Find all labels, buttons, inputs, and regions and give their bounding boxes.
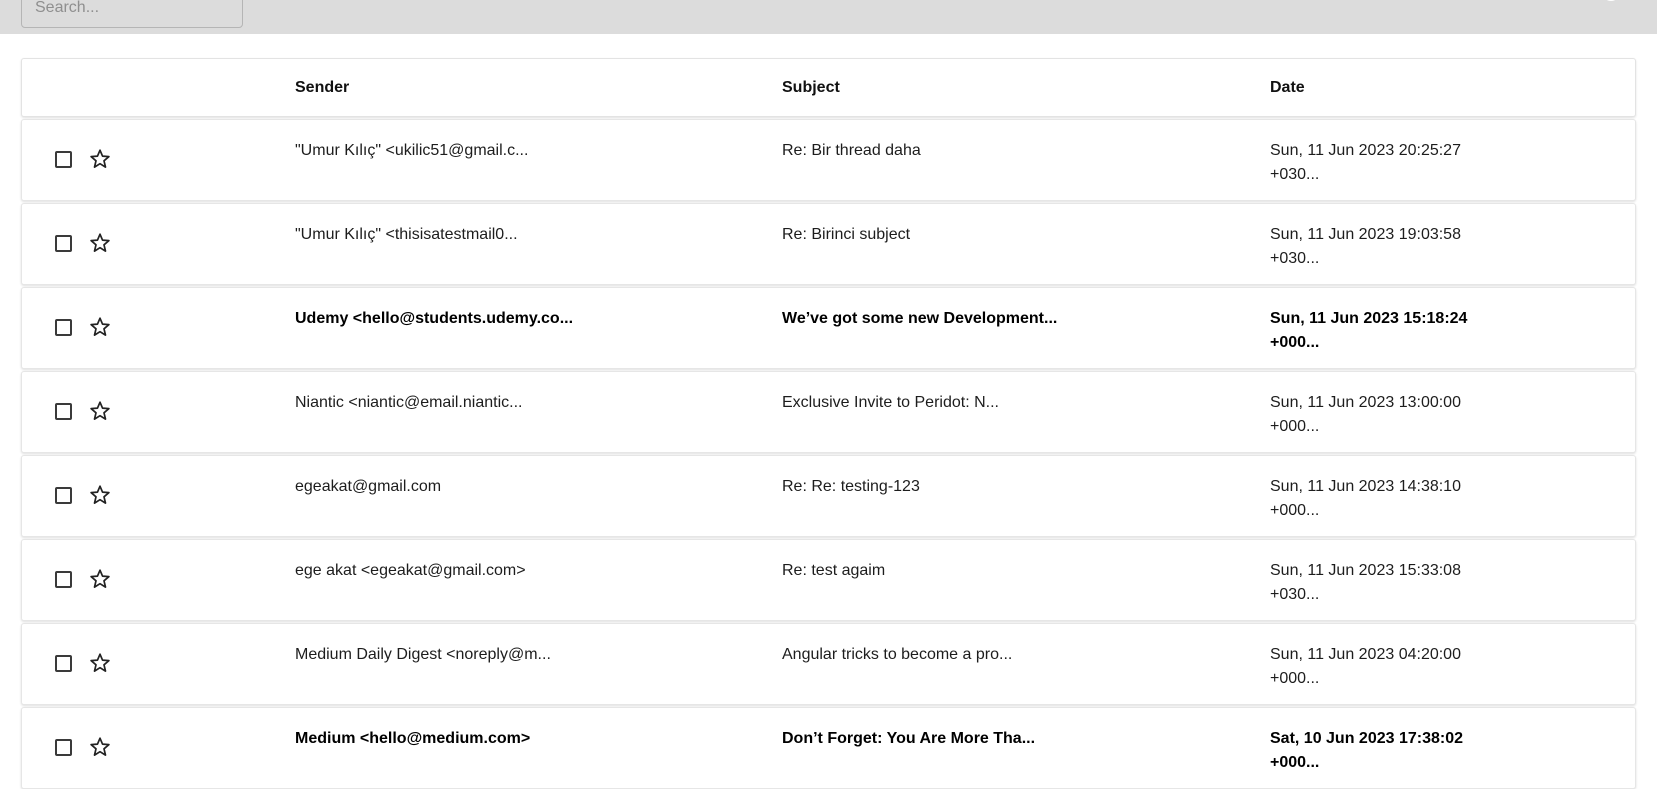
select-checkbox[interactable] — [55, 655, 72, 672]
email-row[interactable]: Udemy <hello@students.udemy.co... We’ve g… — [21, 287, 1636, 369]
select-checkbox[interactable] — [55, 235, 72, 252]
email-row[interactable]: Medium <hello@medium.com> Don’t Forget: Y… — [21, 707, 1636, 789]
star-outline-icon[interactable] — [89, 232, 111, 254]
email-date-line2: +030... — [1270, 166, 1320, 183]
email-date: Sat, 10 Jun 2023 17:38:02 +000... — [1270, 727, 1500, 775]
email-sender: ege akat <egeakat@gmail.com> — [295, 562, 526, 579]
email-date-line2: +000... — [1270, 334, 1320, 351]
email-date-line1: Sun, 11 Jun 2023 14:38:10 — [1270, 478, 1461, 495]
select-checkbox[interactable] — [55, 319, 72, 336]
email-sender: Udemy <hello@students.udemy.co... — [295, 310, 574, 327]
email-list-header: Sender Subject Date — [21, 58, 1636, 117]
email-date-line1: Sun, 11 Jun 2023 04:20:00 — [1270, 646, 1461, 663]
email-date-line2: +000... — [1270, 418, 1320, 435]
email-date-line1: Sat, 10 Jun 2023 17:38:02 — [1270, 730, 1464, 747]
email-subject: Angular tricks to become a pro... — [782, 646, 1013, 663]
email-date-line1: Sun, 11 Jun 2023 19:03:58 — [1270, 226, 1461, 243]
email-date-line2: +000... — [1270, 670, 1320, 687]
email-date-line1: Sun, 11 Jun 2023 15:33:08 — [1270, 562, 1461, 579]
select-checkbox[interactable] — [55, 403, 72, 420]
email-subject: Exclusive Invite to Peridot: N... — [782, 394, 999, 411]
email-subject: Re: Bir thread daha — [782, 142, 921, 159]
email-row[interactable]: "Umur Kılıç" <thisisatestmail0... Re: Bir… — [21, 203, 1636, 285]
select-checkbox[interactable] — [55, 739, 72, 756]
star-outline-icon[interactable] — [89, 652, 111, 674]
email-subject: We’ve got some new Development... — [782, 310, 1058, 327]
email-sender: egeakat@gmail.com — [295, 478, 442, 495]
email-date: Sun, 11 Jun 2023 04:20:00 +000... — [1270, 643, 1500, 691]
email-date-line2: +000... — [1270, 754, 1320, 771]
search-input[interactable] — [21, 0, 243, 28]
email-date-line1: Sun, 11 Jun 2023 15:18:24 — [1270, 310, 1468, 327]
email-sender: Medium <hello@medium.com> — [295, 730, 531, 747]
star-outline-icon[interactable] — [89, 148, 111, 170]
star-outline-icon[interactable] — [89, 400, 111, 422]
email-date-line2: +030... — [1270, 250, 1320, 267]
subject-column-header: Subject — [782, 79, 840, 96]
select-checkbox[interactable] — [55, 487, 72, 504]
email-date: Sun, 11 Jun 2023 15:18:24 +000... — [1270, 307, 1500, 355]
email-sender: Niantic <niantic@email.niantic... — [295, 394, 523, 411]
email-date: Sun, 11 Jun 2023 15:33:08 +030... — [1270, 559, 1500, 607]
email-date-line1: Sun, 11 Jun 2023 20:25:27 — [1270, 142, 1461, 159]
account-circle-icon[interactable] — [1600, 0, 1622, 8]
email-sender: Medium Daily Digest <noreply@m... — [295, 646, 551, 663]
star-outline-icon[interactable] — [89, 484, 111, 506]
email-date-line2: +030... — [1270, 586, 1320, 603]
sender-column-header: Sender — [295, 79, 350, 96]
email-subject: Don’t Forget: You Are More Tha... — [782, 730, 1036, 747]
top-toolbar — [0, 0, 1657, 34]
date-column-header: Date — [1270, 79, 1305, 96]
email-subject: Re: test agaim — [782, 562, 886, 579]
email-row[interactable]: Medium Daily Digest <noreply@m... Angular… — [21, 623, 1636, 705]
email-sender: "Umur Kılıç" <thisisatestmail0... — [295, 226, 518, 243]
select-checkbox[interactable] — [55, 571, 72, 588]
email-row[interactable]: ege akat <egeakat@gmail.com> Re: test aga… — [21, 539, 1636, 621]
select-checkbox[interactable] — [55, 151, 72, 168]
star-outline-icon[interactable] — [89, 316, 111, 338]
email-subject: Re: Birinci subject — [782, 226, 911, 243]
email-subject: Re: Re: testing-123 — [782, 478, 920, 495]
email-date: Sun, 11 Jun 2023 19:03:58 +030... — [1270, 223, 1500, 271]
email-list: Sender Subject Date "Umur Kılıç" <ukilic… — [21, 58, 1636, 789]
email-date: Sun, 11 Jun 2023 13:00:00 +000... — [1270, 391, 1500, 439]
email-date: Sun, 11 Jun 2023 14:38:10 +000... — [1270, 475, 1500, 523]
email-row[interactable]: Niantic <niantic@email.niantic... Exclusi… — [21, 371, 1636, 453]
email-row[interactable]: egeakat@gmail.com Re: Re: testing-123 Sun,… — [21, 455, 1636, 537]
email-sender: "Umur Kılıç" <ukilic51@gmail.c... — [295, 142, 529, 159]
email-row[interactable]: "Umur Kılıç" <ukilic51@gmail.c... Re: Bir… — [21, 119, 1636, 201]
star-outline-icon[interactable] — [89, 736, 111, 758]
email-date-line1: Sun, 11 Jun 2023 13:00:00 — [1270, 394, 1461, 411]
email-date: Sun, 11 Jun 2023 20:25:27 +030... — [1270, 139, 1500, 187]
star-outline-icon[interactable] — [89, 568, 111, 590]
email-date-line2: +000... — [1270, 502, 1320, 519]
